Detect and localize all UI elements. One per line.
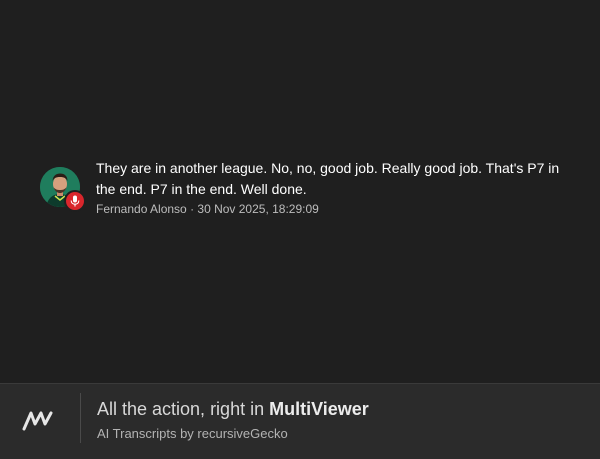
multiviewer-logo-icon <box>22 411 53 431</box>
speaker-avatar-wrap <box>40 167 86 212</box>
footer-banner[interactable]: All the action, right in MultiViewer AI … <box>0 383 600 459</box>
meta-separator: · <box>186 202 198 216</box>
speaker-name: Fernando Alonso <box>96 202 187 216</box>
microphone-icon <box>70 195 80 207</box>
microphone-badge <box>64 190 86 212</box>
tagline-prefix: All the action, right in <box>97 399 270 419</box>
transcript-meta: Fernando Alonso · 30 Nov 2025, 18:29:09 <box>96 201 580 217</box>
timestamp: 30 Nov 2025, 18:29:09 <box>197 202 319 216</box>
transcript-entry: They are in another league. No, no, good… <box>40 158 580 217</box>
transcript-text: They are in another league. No, no, good… <box>96 160 560 197</box>
transcript-message: They are in another league. No, no, good… <box>96 158 580 217</box>
brand-name: MultiViewer <box>269 399 369 419</box>
footer-divider <box>80 393 81 443</box>
footer-credit: AI Transcripts by recursiveGecko <box>97 426 288 441</box>
footer-text: All the action, right in MultiViewer AI … <box>97 397 369 443</box>
footer-tagline: All the action, right in MultiViewer <box>97 397 369 421</box>
